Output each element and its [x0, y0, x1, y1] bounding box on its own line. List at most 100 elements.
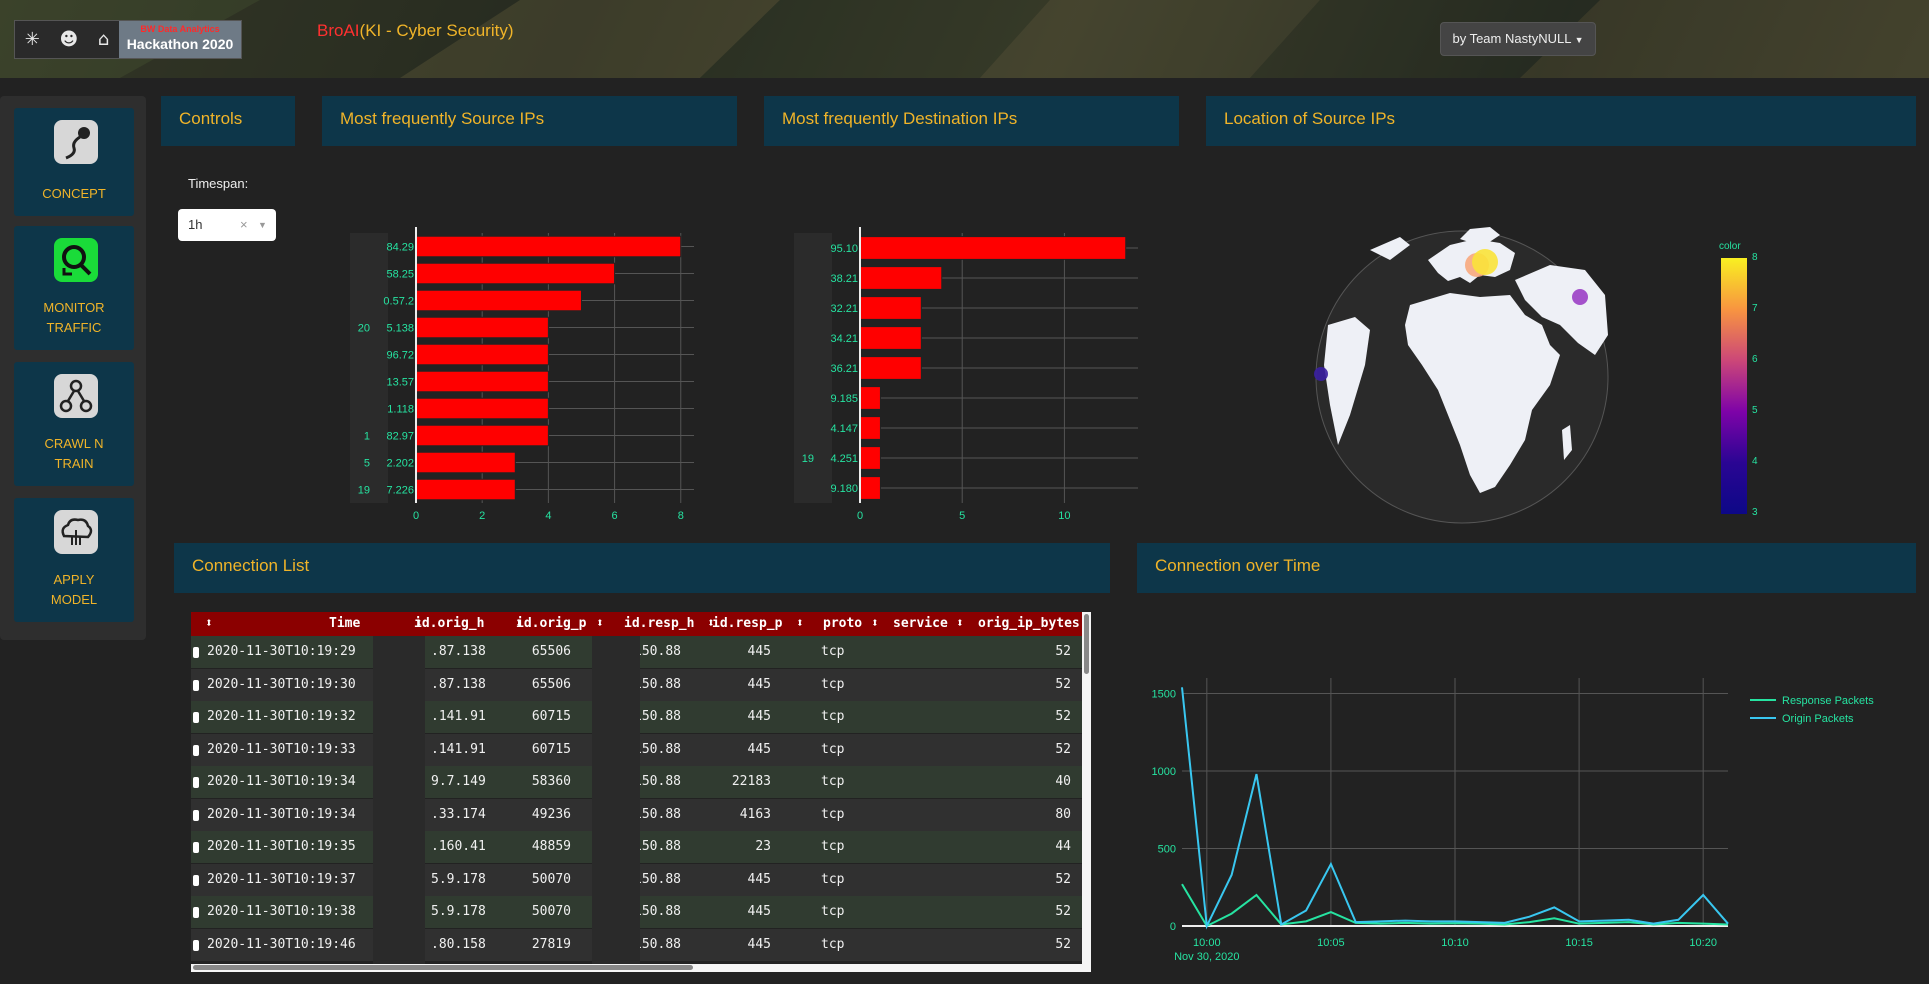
- table-cell-service: [891, 831, 951, 863]
- table-cell-time: 2020-11-30T10:19:33: [207, 741, 356, 757]
- dst-y-tick-prefix: 19: [802, 453, 814, 465]
- sidebar-item-concept[interactable]: CONCEPT: [14, 108, 134, 216]
- clear-icon[interactable]: ×: [240, 209, 248, 241]
- table-cell-orig-ip-bytes: 52: [1055, 904, 1071, 919]
- sort-icon[interactable]: ⬍: [956, 612, 964, 636]
- panel-header-location: Location of Source IPs: [1206, 96, 1916, 146]
- colorbar-tick: 7: [1752, 303, 1758, 314]
- table-cell-orig-ip-bytes: 52: [1055, 871, 1071, 887]
- dst-y-tick: 9.185: [830, 393, 858, 405]
- network-nodes-icon: [54, 374, 98, 418]
- legend-label: Response Packets: [1782, 695, 1874, 707]
- row-select-checkbox[interactable]: [193, 744, 199, 756]
- table-cell-id-resp-p: 445: [747, 904, 771, 919]
- src-bar: [415, 478, 516, 501]
- dst-bar: [859, 296, 922, 320]
- column-header-proto[interactable]: proto: [823, 612, 862, 636]
- sidebar-label-traffic: TRAFFIC: [46, 320, 102, 335]
- table-row[interactable]: 2020-11-30T10:19:34 9.7.149 58360 150.88 221…: [191, 766, 1091, 798]
- scrollbar-thumb[interactable]: [193, 965, 693, 970]
- table-cell-time: 2020-11-30T10:19:35: [207, 839, 356, 854]
- table-row[interactable]: 2020-11-30T10:19:29.87.138 65506 150.88 445…: [191, 636, 1091, 668]
- sort-icon[interactable]: ⬍: [205, 612, 213, 636]
- table-row[interactable]: 2020-11-30T10:19:32.141.91 60715 150.88 445…: [191, 701, 1091, 733]
- table-cell-id-orig-p: 50070: [531, 904, 571, 919]
- chevron-down-icon[interactable]: ▼: [258, 209, 267, 241]
- row-select-checkbox[interactable]: [193, 874, 199, 886]
- column-header-resp-p[interactable]: id.resp_p: [712, 612, 782, 636]
- src-x-tick: 6: [612, 510, 618, 522]
- row-select-checkbox[interactable]: [193, 842, 199, 853]
- europe-marker-1[interactable]: [1472, 249, 1498, 275]
- table-cell-time: 2020-11-30T10:19:30: [207, 676, 356, 692]
- redacted-column: [592, 636, 640, 972]
- table-row[interactable]: 2020-11-30T10:19:38 5.9.178 50070 150.88 445…: [191, 896, 1091, 928]
- column-header-orig-h[interactable]: id.orig_h: [414, 612, 484, 636]
- table-cell-orig-ip-bytes: 52: [1055, 644, 1071, 659]
- logo-icon-strip: ✳ ☻ ⌂: [15, 21, 119, 58]
- colorbar-tick: 8: [1752, 252, 1758, 263]
- table-row[interactable]: 2020-11-30T10:19:46.80.158 27819 150.88 445…: [191, 928, 1091, 961]
- column-header-orig-ip-bytes[interactable]: orig_ip_bytes: [978, 612, 1080, 636]
- table-cell-proto: tcp: [821, 839, 845, 854]
- colorbar: [1721, 258, 1747, 514]
- sort-icon[interactable]: ⬍: [596, 612, 604, 636]
- horizontal-scrollbar[interactable]: [191, 964, 1082, 972]
- sidebar-item-crawl-n-train[interactable]: CRAWL N TRAIN: [14, 362, 134, 486]
- table-row[interactable]: 2020-11-30T10:19:33.141.91 60715 150.88 445…: [191, 733, 1091, 766]
- table-cell-id-resp-p: 445: [747, 741, 771, 757]
- row-select-checkbox[interactable]: [193, 907, 199, 918]
- table-cell-id-resp-p: 23: [755, 839, 771, 854]
- row-select-checkbox[interactable]: [193, 777, 199, 788]
- sort-icon[interactable]: ⬍: [796, 612, 804, 636]
- table-cell-id-resp-p: 445: [747, 676, 771, 692]
- src-y-tick: 58.25: [386, 269, 414, 281]
- table-row[interactable]: 2020-11-30T10:19:30.87.138 65506 150.88 445…: [191, 668, 1091, 701]
- sidebar-item-apply-model[interactable]: APPLY MODEL: [14, 498, 134, 622]
- line-x-tick: 10:10: [1441, 937, 1469, 949]
- hackathon-logo: ✳ ☻ ⌂ BW Data Analytics Hackathon 2020: [14, 20, 242, 59]
- column-header-service[interactable]: service: [893, 612, 948, 636]
- table-cell-orig-ip-bytes: 52: [1055, 936, 1071, 952]
- table-cell-proto: tcp: [821, 676, 845, 692]
- src-bar: [415, 370, 549, 393]
- table-cell-id-orig-p: 58360: [531, 774, 571, 789]
- dst-bar: [859, 386, 881, 410]
- sperm-icon: [54, 120, 98, 164]
- caret-down-icon: ▼: [1574, 35, 1584, 45]
- scrollbar-thumb[interactable]: [1084, 614, 1089, 674]
- header-banner: ✳ ☻ ⌂ BW Data Analytics Hackathon 2020 B…: [0, 0, 1929, 78]
- row-select-checkbox[interactable]: [193, 939, 199, 951]
- dst-x-tick: 0: [857, 510, 863, 522]
- vertical-scrollbar[interactable]: [1082, 612, 1091, 972]
- row-select-checkbox[interactable]: [193, 647, 199, 658]
- dst-bar: [859, 446, 881, 470]
- line-x-tick-date: Nov 30, 2020: [1174, 951, 1239, 963]
- polygon-background: [0, 0, 1929, 78]
- timespan-select[interactable]: 1h × ▼: [178, 209, 276, 241]
- src-bar: [415, 316, 549, 339]
- row-select-checkbox[interactable]: [193, 712, 199, 723]
- row-select-checkbox[interactable]: [193, 809, 199, 821]
- panel-header-connection-over-time: Connection over Time: [1137, 543, 1916, 593]
- table-row[interactable]: 2020-11-30T10:19:37 5.9.178 50070 150.88 445…: [191, 863, 1091, 896]
- sort-icon[interactable]: ⬍: [871, 612, 879, 636]
- sidebar-item-monitor-traffic[interactable]: MONITOR TRAFFIC: [14, 226, 134, 350]
- src-bar: [415, 289, 582, 312]
- dst-bar: [859, 266, 943, 290]
- middle-east-marker[interactable]: [1572, 289, 1588, 305]
- column-header-time[interactable]: Time: [329, 612, 360, 636]
- panel-header-destination-ips: Most frequently Destination IPs: [764, 96, 1179, 146]
- row-select-checkbox[interactable]: [193, 679, 199, 691]
- dst-bar: [859, 356, 922, 380]
- team-dropdown-button[interactable]: by Team NastyNULL ▼: [1440, 22, 1596, 56]
- table-cell-time: 2020-11-30T10:19:32: [207, 709, 356, 724]
- table-row[interactable]: 2020-11-30T10:19:35.160.41 48859 150.88 23 t…: [191, 831, 1091, 863]
- dst-y-tick: 34.21: [830, 333, 858, 345]
- dst-x-tick: 5: [959, 510, 965, 522]
- source-ips-bar-chart: 0 2 4 6 8 84.29 58.25 0.57.2 5.138 20 96.72 13.57 1.…: [350, 227, 694, 522]
- table-row[interactable]: 2020-11-30T10:19:34.33.174 49236 150.88 416…: [191, 798, 1091, 831]
- column-header-orig-p[interactable]: id.orig_p: [516, 612, 586, 636]
- column-header-resp-h[interactable]: id.resp_h: [624, 612, 694, 636]
- south-america-marker[interactable]: [1314, 367, 1328, 381]
